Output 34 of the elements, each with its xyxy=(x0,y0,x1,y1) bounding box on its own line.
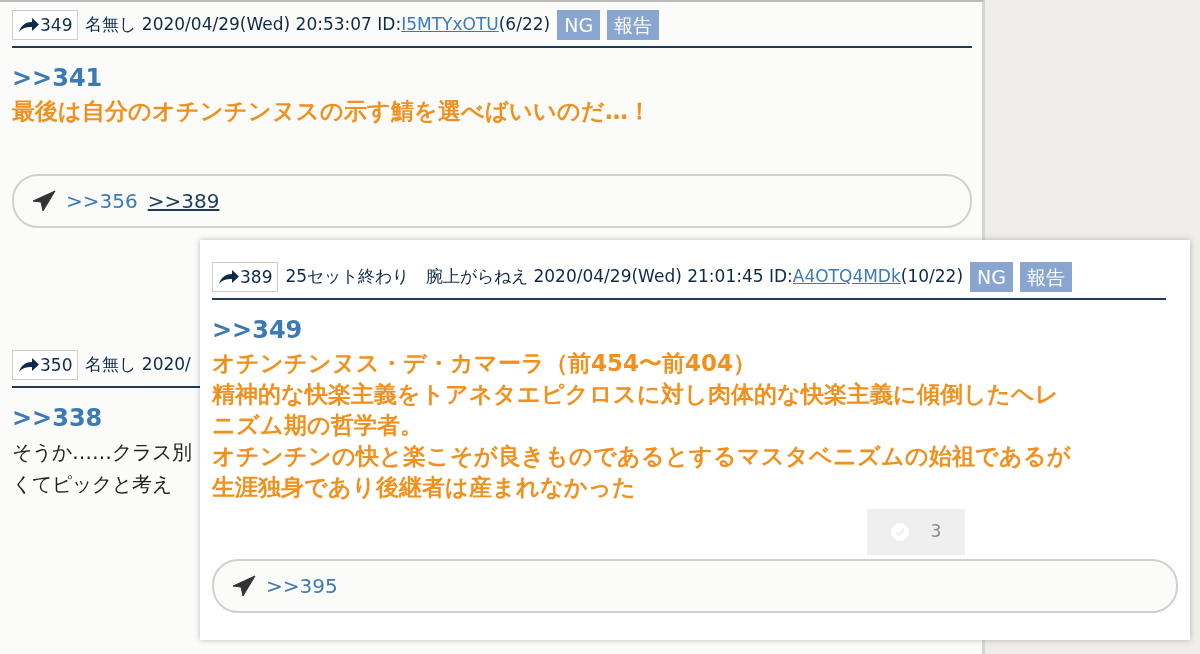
post-count: (10/22) xyxy=(900,265,964,289)
vote-button[interactable]: 3 xyxy=(867,509,965,555)
share-button[interactable]: 389 xyxy=(212,262,279,292)
ng-button[interactable]: NG xyxy=(557,10,601,40)
quote-link[interactable]: >>349 xyxy=(212,312,303,348)
quote-link[interactable]: >>341 xyxy=(12,60,103,96)
post-meta: 名無し 2020/04/29(Wed) 20:53:07 ID: xyxy=(85,13,402,37)
post-meta: 名無し 2020/ xyxy=(85,353,191,377)
post-text: オチンチンヌス・デ・カマーラ（前454〜前404） xyxy=(212,349,757,378)
post-text: オチンチンの快と楽こそが良きものであるとするマスタベニズムの始祖であるが xyxy=(212,442,1071,471)
share-icon xyxy=(18,357,40,373)
share-button[interactable]: 350 xyxy=(12,350,79,380)
post-text: そうか……クラス別 xyxy=(12,439,192,466)
report-button[interactable]: 報告 xyxy=(607,10,660,40)
poster-id-link[interactable]: I5MTYxOTU xyxy=(401,12,499,38)
post-count: (6/22) xyxy=(498,13,551,37)
post-meta: 25セット終わり 腕上がらねえ 2020/04/29(Wed) 21:01:45 ID: xyxy=(285,265,793,289)
quote-link[interactable]: >>338 xyxy=(12,400,103,436)
reply-link[interactable]: >>395 xyxy=(266,571,338,601)
share-icon xyxy=(218,269,240,285)
share-button[interactable]: 349 xyxy=(12,10,79,40)
post-text: 生涯独身であり後継者は産まれなかった xyxy=(212,473,636,502)
report-button[interactable]: 報告 xyxy=(1020,262,1072,292)
share-icon xyxy=(18,17,40,33)
send-icon[interactable] xyxy=(232,575,256,597)
post-text: 精神的な快楽主義をトアネタエピクロスに対し肉体的な快楽主義に傾倒したヘレ xyxy=(212,380,1059,409)
send-icon[interactable] xyxy=(32,190,56,212)
post-text: 最後は自分のオチンチンヌスの示す鯖を選べばいいのだ…！ xyxy=(12,97,651,126)
post-text: くてピックと考え xyxy=(12,471,172,498)
reply-link[interactable]: >>389 xyxy=(147,186,220,216)
poster-id-link[interactable]: A4OTQ4MDk xyxy=(792,264,901,290)
reply-link[interactable]: >>356 xyxy=(66,186,138,216)
post-text: ニズム期の哲学者。 xyxy=(212,411,423,440)
ng-button[interactable]: NG xyxy=(970,262,1013,292)
